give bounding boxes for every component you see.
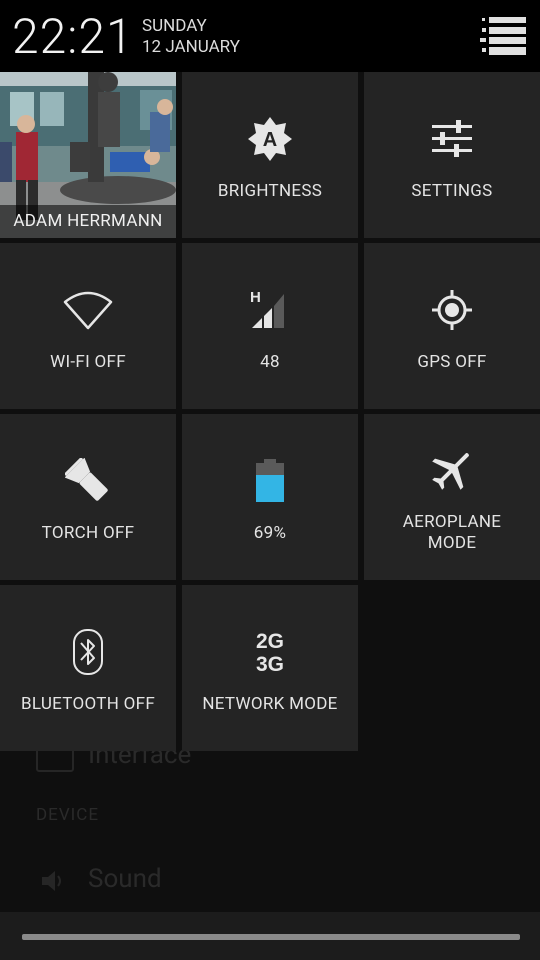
bluetooth-tile[interactable]: BLUETOOTH OFF xyxy=(0,585,176,751)
aeroplane-mode-tile[interactable]: AEROPLANE MODE xyxy=(364,414,540,580)
date-block: SUNDAY 12 JANUARY xyxy=(142,16,240,58)
battery-tile[interactable]: 69% xyxy=(182,414,358,580)
wifi-label: WI-FI OFF xyxy=(50,351,126,372)
network-mode-tile[interactable]: 2G 3G NETWORK MODE xyxy=(182,585,358,751)
aeroplane-label: AEROPLANE MODE xyxy=(402,512,502,553)
settings-tile[interactable]: SETTINGS xyxy=(364,72,540,238)
settings-label: SETTINGS xyxy=(411,180,493,201)
brightness-tile[interactable]: A BRIGHTNESS xyxy=(182,72,358,238)
bluetooth-label: BLUETOOTH OFF xyxy=(20,693,156,714)
network-mode-icon: 2G 3G xyxy=(240,622,300,682)
user-tile[interactable]: ADAM HERRMANN xyxy=(0,72,176,238)
signal-label: 48 xyxy=(260,351,280,372)
brightness-glyph: A xyxy=(263,129,277,151)
gps-icon xyxy=(422,280,482,340)
date-label: 12 JANUARY xyxy=(142,37,240,57)
brightness-auto-icon: A xyxy=(240,109,300,169)
quick-settings-header: 22:21 SUNDAY 12 JANUARY xyxy=(0,0,540,72)
network-glyph-top: 2G xyxy=(256,630,284,653)
airplane-icon xyxy=(422,440,482,500)
brightness-label: BRIGHTNESS xyxy=(217,180,323,201)
network-glyph-bottom: 3G xyxy=(256,653,284,676)
mobile-data-tile[interactable]: H 48 xyxy=(182,243,358,409)
torch-icon xyxy=(58,451,118,511)
bluetooth-icon xyxy=(58,622,118,682)
settings-sliders-icon xyxy=(422,109,482,169)
day-label: SUNDAY xyxy=(142,16,207,36)
battery-icon xyxy=(240,451,300,511)
signal-strength-icon: H xyxy=(240,280,300,340)
wifi-icon xyxy=(58,280,118,340)
signal-type-glyph: H xyxy=(250,289,261,306)
gps-tile[interactable]: GPS OFF xyxy=(364,243,540,409)
background-device-header: DEVICE xyxy=(36,805,99,825)
torch-tile[interactable]: TORCH OFF xyxy=(0,414,176,580)
battery-fill xyxy=(256,474,284,502)
notifications-list-icon[interactable] xyxy=(474,14,530,60)
background-sound-label: Sound xyxy=(88,864,162,894)
sound-icon xyxy=(42,871,61,891)
drag-handle[interactable] xyxy=(22,934,520,940)
torch-label: TORCH OFF xyxy=(41,522,135,543)
clock: 22:21 xyxy=(12,8,134,65)
wifi-tile[interactable]: WI-FI OFF xyxy=(0,243,176,409)
user-name-label: ADAM HERRMANN xyxy=(0,205,176,238)
panel-bottom-bar xyxy=(0,912,540,960)
network-mode-label: NETWORK MODE xyxy=(202,693,338,714)
gps-label: GPS OFF xyxy=(417,351,487,372)
battery-label: 69% xyxy=(253,522,287,543)
